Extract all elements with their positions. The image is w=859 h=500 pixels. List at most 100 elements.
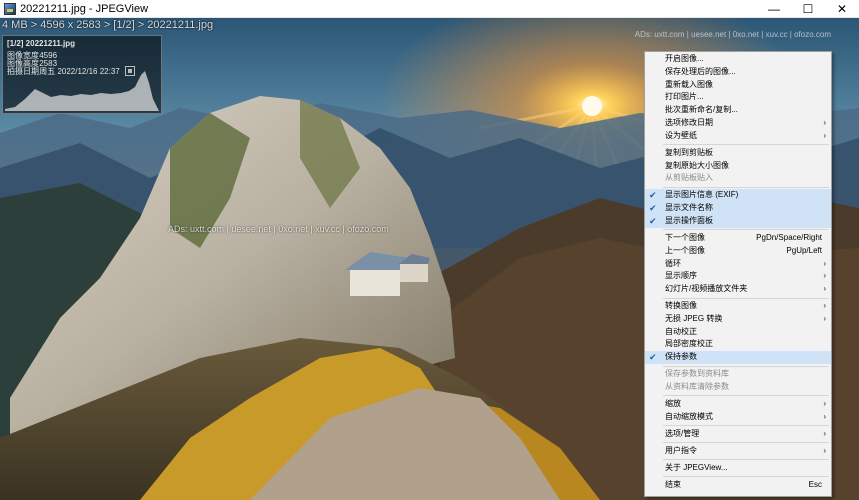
menu-item[interactable]: 自动校正: [645, 326, 831, 339]
menu-item-label: 显示图片信息 (EXIF): [665, 190, 739, 200]
close-button[interactable]: ✕: [825, 0, 859, 18]
menu-item-label: 循环: [665, 258, 681, 268]
submenu-arrow-icon: ›: [823, 445, 826, 455]
menu-item-label: 无损 JPEG 转换: [665, 313, 723, 323]
maximize-button[interactable]: ☐: [791, 0, 825, 18]
menu-item[interactable]: 用户指令 ›: [645, 445, 831, 458]
menu-item[interactable]: 选项修改日期 ›: [645, 117, 831, 130]
menu-item[interactable]: 打印图片...: [645, 91, 831, 104]
menu-item-label: 开启图像...: [665, 54, 704, 63]
menu-item: 保存参数到资料库: [645, 368, 831, 381]
menu-separator: [663, 297, 829, 299]
submenu-arrow-icon: ›: [823, 130, 826, 140]
menu-item-label: 保存参数到资料库: [665, 369, 729, 379]
menu-item-label: 保存处理后的图像...: [665, 66, 736, 76]
menu-item[interactable]: 幻灯片/视频播放文件夹 ›: [645, 283, 831, 296]
menu-separator: [663, 459, 829, 461]
menu-item[interactable]: 选项/管理 ›: [645, 428, 831, 441]
file-path-label: 4 MB > 4596 x 2583 > [1/2] > 20221211.jp…: [2, 19, 214, 31]
menu-item-label: 复制原始大小图像: [665, 160, 729, 170]
menu-item-shortcut: PgUp/Left: [786, 245, 822, 255]
menu-item[interactable]: 设为壁纸 ›: [645, 130, 831, 143]
menu-item[interactable]: 自动缩放模式 ›: [645, 411, 831, 424]
menu-item[interactable]: ✔ 显示图片信息 (EXIF): [645, 189, 831, 203]
menu-item-label: 下一个图像: [665, 232, 705, 242]
menu-item-label: 用户指令: [665, 445, 697, 455]
menu-item[interactable]: 转换图像 ›: [645, 300, 831, 313]
menu-item[interactable]: 无损 JPEG 转换 ›: [645, 313, 831, 326]
menu-item[interactable]: 循环 ›: [645, 258, 831, 271]
menu-item[interactable]: 开启图像...: [645, 53, 831, 66]
menu-separator: [663, 229, 829, 231]
menu-item-label: 从剪贴板贴入: [665, 173, 713, 183]
menu-item[interactable]: 局部密度校正: [645, 338, 831, 351]
menu-separator: [663, 365, 829, 367]
menu-item[interactable]: 复制原始大小图像: [645, 160, 831, 173]
menu-item-shortcut: PgDn/Space/Right: [756, 232, 822, 242]
menu-item-label: 上一个图像: [665, 245, 705, 255]
menu-separator: [663, 186, 829, 188]
menu-separator: [663, 395, 829, 397]
menu-item-label: 转换图像: [665, 301, 697, 311]
submenu-arrow-icon: ›: [823, 284, 826, 294]
menu-item-label: 保持参数: [665, 352, 697, 362]
window-controls: — ☐ ✕: [757, 0, 859, 18]
submenu-arrow-icon: ›: [823, 428, 826, 438]
menu-separator: [663, 476, 829, 478]
menu-item[interactable]: ✔ 保持参数: [645, 351, 831, 365]
menu-item-label: 设为壁纸: [665, 130, 697, 140]
menu-separator: [663, 425, 829, 427]
menu-item[interactable]: 重新载入图像: [645, 79, 831, 92]
menu-item-label: 从资料库清除参数: [665, 382, 729, 392]
checkmark-icon: ✔: [649, 215, 657, 226]
menu-item: 从资料库清除参数: [645, 381, 831, 394]
title-bar: 20221211.jpg - JPEGView — ☐ ✕: [0, 0, 859, 18]
menu-item[interactable]: 复制到剪贴板: [645, 147, 831, 160]
ads-banner-top[interactable]: ADs: uxtt.com | uesee.net | 0xo.net | xu…: [635, 30, 831, 39]
menu-item[interactable]: 缩放 ›: [645, 398, 831, 411]
menu-item[interactable]: 上一个图像 PgUp/Left: [645, 245, 831, 258]
menu-item-label: 缩放: [665, 399, 681, 409]
checkmark-icon: ✔: [649, 190, 657, 201]
menu-item-label: 打印图片...: [665, 92, 704, 102]
submenu-arrow-icon: ›: [823, 399, 826, 409]
context-menu: 开启图像... 保存处理后的图像... 重新载入图像 打印图片... 批次重新命名/复制…: [644, 51, 832, 497]
menu-item-label: 重新载入图像: [665, 79, 713, 89]
histogram: [5, 71, 159, 111]
submenu-arrow-icon: ›: [823, 313, 826, 323]
menu-item[interactable]: 保存处理后的图像...: [645, 66, 831, 79]
minimize-button[interactable]: —: [757, 0, 791, 18]
submenu-arrow-icon: ›: [823, 301, 826, 311]
menu-item-label: 自动缩放模式: [665, 411, 713, 421]
ads-banner-center[interactable]: ADs: uxtt.com | uesee.net | 0xo.net | xu…: [168, 224, 389, 234]
image-info-panel: [1/2] 20221211.jpg 图像宽度 4596 图像高度 2583 拍…: [2, 35, 162, 114]
info-panel-title: [1/2] 20221211.jpg: [7, 39, 76, 48]
menu-item[interactable]: 显示顺序 ›: [645, 270, 831, 283]
menu-item-label: 选项修改日期: [665, 117, 713, 127]
menu-separator: [663, 442, 829, 444]
checkmark-icon: ✔: [649, 203, 657, 214]
menu-item[interactable]: 关于 JPEGView...: [645, 462, 831, 475]
menu-item[interactable]: ✔ 显示文件名称: [645, 202, 831, 215]
menu-item[interactable]: 下一个图像 PgDn/Space/Right: [645, 232, 831, 245]
menu-item-label: 显示顺序: [665, 271, 697, 281]
window-title: 20221211.jpg - JPEGView: [20, 2, 149, 15]
menu-item-label: 选项/管理: [665, 428, 700, 438]
menu-separator: [663, 144, 829, 146]
menu-item-label: 显示操作面板: [665, 215, 713, 225]
menu-item[interactable]: 结束 Esc: [645, 479, 831, 492]
submenu-arrow-icon: ›: [823, 411, 826, 421]
menu-item-label: 关于 JPEGView...: [665, 462, 728, 472]
menu-item-label: 复制到剪贴板: [665, 147, 713, 157]
menu-item-label: 显示文件名称: [665, 203, 713, 213]
submenu-arrow-icon: ›: [823, 117, 826, 127]
menu-item-label: 结束: [665, 479, 681, 489]
menu-item-label: 自动校正: [665, 326, 697, 336]
menu-item[interactable]: 批次重新命名/复制...: [645, 104, 831, 117]
menu-item-label: 批次重新命名/复制...: [665, 105, 738, 115]
checkmark-icon: ✔: [649, 352, 657, 363]
menu-item-shortcut: Esc: [808, 479, 822, 489]
menu-item: 从剪贴板贴入: [645, 172, 831, 185]
menu-item-label: 幻灯片/视频播放文件夹: [665, 284, 748, 294]
menu-item[interactable]: ✔ 显示操作面板: [645, 214, 831, 228]
